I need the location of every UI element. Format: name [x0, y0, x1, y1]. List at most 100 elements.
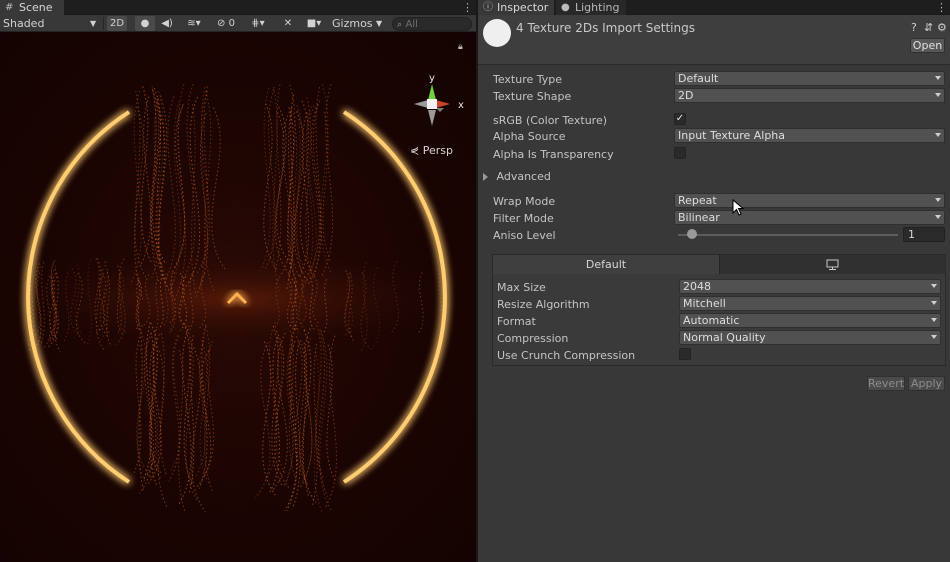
- texture-type-dropdown[interactable]: Default: [674, 71, 945, 86]
- inspector-panel: ⓘ Inspector ● Lighting ⋮ 4 Texture 2Ds I…: [478, 0, 950, 562]
- particle-strand: [295, 105, 307, 274]
- monitor-icon: [826, 259, 839, 270]
- hidden-objects-toggle[interactable]: ⊘ 0: [212, 16, 240, 31]
- texture-type-label: Texture Type: [493, 73, 563, 86]
- format-dropdown[interactable]: Automatic: [679, 313, 941, 328]
- filter-mode-dropdown[interactable]: Bilinear: [674, 210, 945, 225]
- particle-strand: [185, 329, 198, 502]
- aniso-level-slider-thumb[interactable]: [687, 229, 697, 239]
- alpha-source-value: Input Texture Alpha: [678, 129, 786, 142]
- aniso-level-field[interactable]: 1: [903, 227, 945, 242]
- srgb-checkbox[interactable]: ✓: [674, 113, 686, 125]
- hidden-count: 0: [228, 18, 235, 29]
- 2d-toggle-button[interactable]: 2D: [107, 16, 127, 31]
- gizmos-label: Gizmos: [332, 17, 373, 30]
- gizmo-z-axis[interactable]: [436, 108, 444, 112]
- particle-strand: [292, 341, 301, 507]
- chevron-down-icon: [931, 284, 937, 288]
- scene-panel: # Scene ⋮ Shaded ▼ 2D ● ◀) ≋▾ ⊘ 0 ⋕▾ ✕ ■…: [0, 0, 476, 562]
- effects-dropdown[interactable]: ≋▾: [179, 16, 209, 31]
- advanced-foldout[interactable]: Advanced: [483, 170, 551, 183]
- revert-button[interactable]: Revert: [867, 376, 905, 391]
- audio-toggle-button[interactable]: ◀): [157, 16, 177, 31]
- particle-strand: [173, 103, 186, 269]
- lightbulb-icon: ●: [140, 18, 150, 29]
- particle-strand: [326, 344, 336, 481]
- chevron-down-icon: [935, 215, 941, 219]
- filter-mode-label: Filter Mode: [493, 212, 554, 225]
- gizmo-y-label: y: [429, 73, 435, 84]
- tools-toggle-button[interactable]: ✕: [280, 16, 296, 31]
- tab-scene[interactable]: # Scene: [0, 0, 64, 15]
- grid-snap-dropdown[interactable]: ⋕▾: [243, 16, 273, 31]
- scene-viewport[interactable]: y x 🔒︎ ⋞ Persp: [0, 32, 476, 562]
- platform-settings: Default Max Size 2048 Resize Algorithm M…: [492, 254, 946, 366]
- compression-dropdown[interactable]: Normal Quality: [679, 330, 941, 345]
- lighting-toggle-button[interactable]: ●: [135, 16, 155, 31]
- particle-strand: [203, 340, 215, 476]
- advanced-label: Advanced: [496, 170, 551, 183]
- tab-lighting[interactable]: ● Lighting: [556, 0, 626, 15]
- projection-toggle[interactable]: ⋞ Persp: [410, 144, 453, 157]
- gizmos-dropdown[interactable]: Gizmos ▼: [332, 16, 384, 31]
- inspector-menu-icon[interactable]: ⋮: [936, 1, 947, 14]
- presets-icon[interactable]: ⇵: [924, 21, 933, 34]
- texture-shape-value: 2D: [678, 89, 694, 102]
- chevron-down-icon: [935, 93, 941, 97]
- gizmo-y-axis[interactable]: [428, 84, 436, 100]
- texture-shape-dropdown[interactable]: 2D: [674, 88, 945, 103]
- help-icon[interactable]: ?: [911, 21, 917, 34]
- compression-label: Compression: [497, 332, 569, 345]
- gizmo-center-cube[interactable]: [427, 99, 437, 109]
- scene-menu-icon[interactable]: ⋮: [462, 1, 473, 14]
- tab-inspector-label: Inspector: [497, 1, 549, 14]
- apply-button-label: Apply: [910, 377, 943, 390]
- shading-mode-dropdown[interactable]: Shaded ▼: [3, 16, 99, 31]
- gizmo-neg-x-axis[interactable]: [414, 100, 428, 108]
- open-button-label: Open: [912, 39, 943, 52]
- particle-strand: [157, 350, 168, 508]
- aniso-level-slider-track[interactable]: [678, 234, 898, 236]
- effects-layers-icon: ≋▾: [187, 18, 201, 29]
- revert-button-label: Revert: [868, 377, 905, 390]
- chevron-down-icon: [935, 133, 941, 137]
- checkmark-icon: ✓: [675, 113, 685, 124]
- scene-search-input[interactable]: ⌕ All: [392, 17, 472, 31]
- camera-dropdown[interactable]: ■▾: [300, 16, 328, 31]
- alpha-transparency-checkbox[interactable]: [674, 147, 686, 159]
- scene-orientation-gizmo[interactable]: y x: [400, 72, 470, 142]
- chevron-down-icon: ▼: [376, 19, 383, 28]
- tab-inspector[interactable]: ⓘ Inspector: [478, 0, 554, 15]
- particle-strand: [311, 343, 318, 507]
- particle-strand: [140, 86, 152, 264]
- max-size-dropdown[interactable]: 2048: [679, 279, 941, 294]
- srgb-label: sRGB (Color Texture): [493, 114, 608, 127]
- format-value: Automatic: [683, 314, 740, 327]
- texture-shape-label: Texture Shape: [493, 90, 572, 103]
- particle-strand: [306, 103, 320, 277]
- particle-strand: [191, 347, 206, 513]
- chevron-down-icon: [931, 318, 937, 322]
- tab-scene-label: Scene: [19, 1, 53, 14]
- apply-button[interactable]: Apply: [908, 376, 945, 391]
- tab-default-platform[interactable]: Default: [493, 255, 720, 274]
- max-size-label: Max Size: [497, 281, 546, 294]
- wrap-mode-dropdown[interactable]: Repeat: [674, 193, 945, 208]
- settings-icon[interactable]: ⚙: [937, 21, 947, 34]
- use-crunch-checkbox[interactable]: [679, 348, 691, 360]
- particle-strand: [198, 324, 208, 489]
- chevron-down-icon: [931, 335, 937, 339]
- particle-strand: [288, 94, 295, 277]
- inspector-tab-bar: ⓘ Inspector ● Lighting ⋮: [478, 0, 950, 15]
- gizmo-x-axis[interactable]: [436, 100, 450, 108]
- lock-icon[interactable]: 🔒︎: [458, 42, 463, 52]
- aniso-level-label: Aniso Level: [493, 229, 556, 242]
- alpha-source-dropdown[interactable]: Input Texture Alpha: [674, 128, 945, 143]
- resize-algorithm-dropdown[interactable]: Mitchell: [679, 296, 941, 311]
- tools-icon: ✕: [283, 18, 293, 29]
- particle-strand: [211, 107, 226, 270]
- open-button[interactable]: Open: [910, 38, 945, 53]
- tab-standalone-platform[interactable]: [720, 255, 945, 274]
- gizmo-neg-y-axis[interactable]: [428, 110, 436, 126]
- particle-strand: [271, 332, 288, 491]
